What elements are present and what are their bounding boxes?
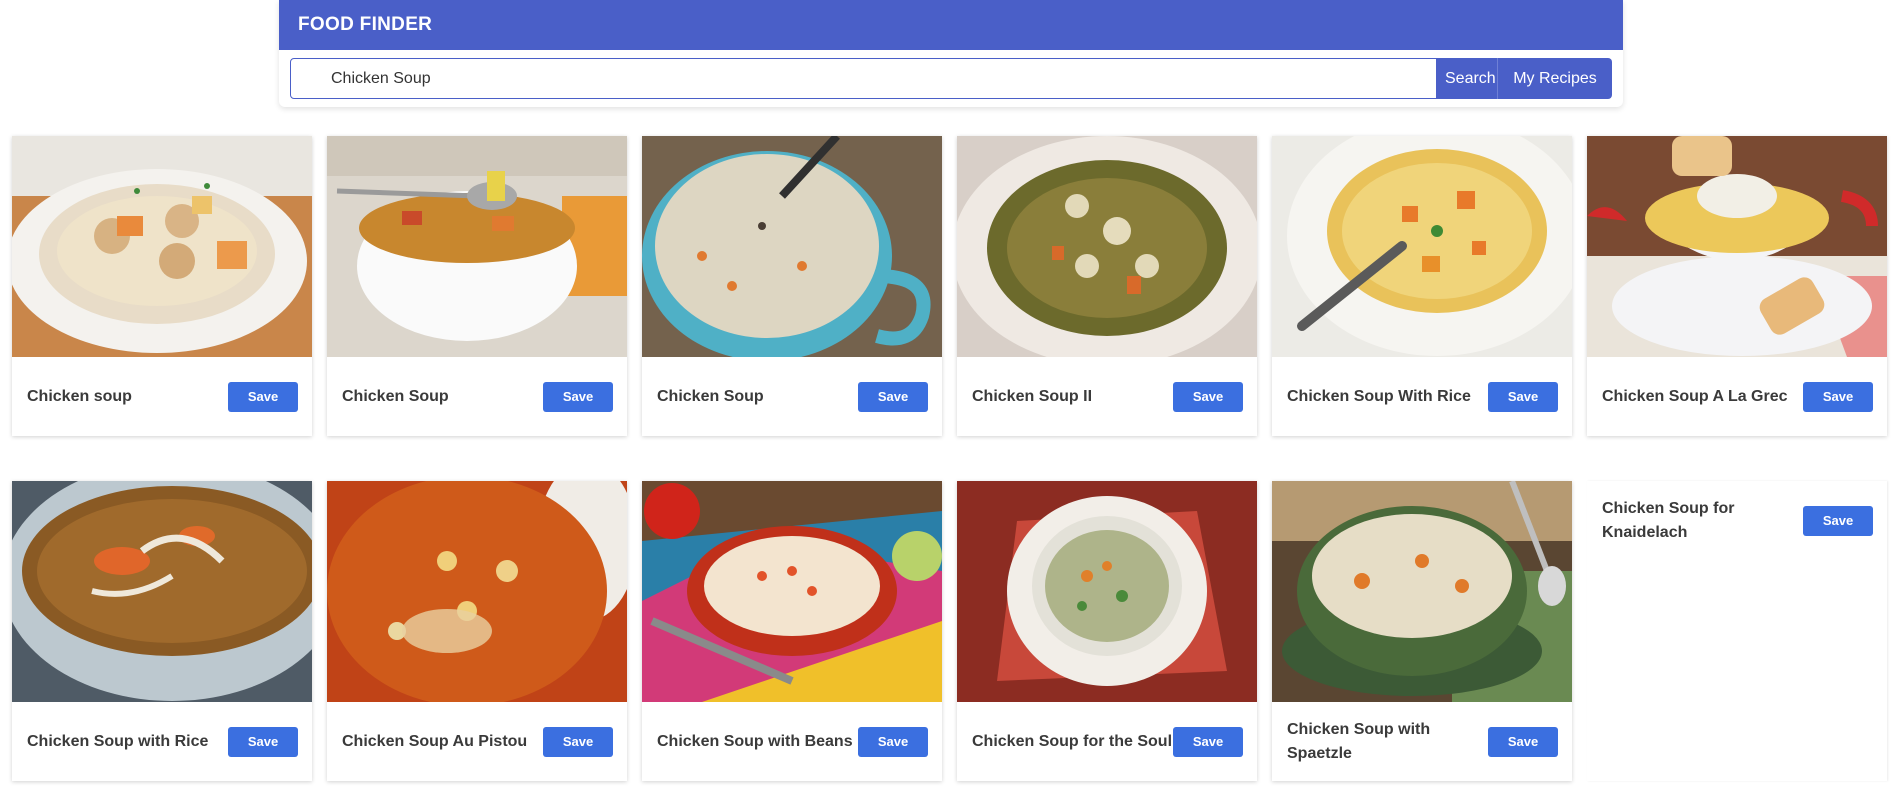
recipe-image[interactable] <box>327 481 627 702</box>
save-button[interactable]: Save <box>1173 726 1243 757</box>
recipe-title: Chicken Soup <box>342 387 449 405</box>
recipe-image[interactable] <box>327 136 627 357</box>
recipe-footer: Chicken Soup for the Soul Save <box>957 702 1257 781</box>
recipe-footer: Chicken Soup A La Grec Save <box>1587 357 1887 436</box>
recipe-footer: Chicken Soup for Knaidelach Save <box>1587 481 1887 560</box>
recipe-footer: Chicken Soup with Spaetzle Save <box>1272 702 1572 781</box>
recipe-image[interactable] <box>1587 136 1887 357</box>
recipe-footer: Chicken Soup With Rice Save <box>1272 357 1572 436</box>
recipe-image[interactable] <box>642 136 942 357</box>
save-button[interactable]: Save <box>858 381 928 412</box>
my-recipes-button[interactable]: My Recipes <box>1498 58 1612 99</box>
recipe-title: Chicken Soup With Rice <box>1287 387 1471 405</box>
recipe-footer: Chicken Soup with Beans Save <box>642 702 942 781</box>
recipe-title: Chicken Soup <box>657 387 764 405</box>
recipe-title: Chicken Soup with Beans <box>657 732 853 750</box>
recipe-footer: Chicken soup Save <box>12 357 312 436</box>
recipe-card[interactable]: Chicken Soup Au Pistou Save <box>327 481 627 781</box>
recipe-card[interactable]: Chicken Soup Save <box>642 136 942 436</box>
recipe-card[interactable]: Chicken Soup II Save <box>957 136 1257 436</box>
save-button[interactable]: Save <box>858 726 928 757</box>
recipe-footer: Chicken Soup with Rice Save <box>12 702 312 781</box>
recipe-image[interactable] <box>1272 481 1572 702</box>
recipe-image[interactable] <box>12 481 312 702</box>
save-button[interactable]: Save <box>228 381 298 412</box>
search-input[interactable] <box>290 58 1437 99</box>
recipe-title: Chicken Soup A La Grec <box>1602 387 1788 405</box>
save-button[interactable]: Save <box>543 726 613 757</box>
recipe-card[interactable]: Chicken Soup with Spaetzle Save <box>1272 481 1572 781</box>
recipe-footer: Chicken Soup II Save <box>957 357 1257 436</box>
save-button[interactable]: Save <box>1488 726 1558 757</box>
search-button[interactable]: Search <box>1437 58 1498 99</box>
recipe-title: Chicken Soup with Rice <box>27 732 209 750</box>
save-button[interactable]: Save <box>1173 381 1243 412</box>
recipe-card[interactable]: Chicken Soup A La Grec Save <box>1587 136 1887 436</box>
search-bar: Search My Recipes <box>290 58 1612 99</box>
recipe-card[interactable]: Chicken Soup With Rice Save <box>1272 136 1572 436</box>
save-button[interactable]: Save <box>543 381 613 412</box>
recipe-title: Chicken Soup for the Soul <box>972 732 1173 750</box>
recipe-card[interactable]: Chicken Soup for Knaidelach Save <box>1587 481 1887 781</box>
recipe-footer: Chicken Soup Save <box>327 357 627 436</box>
recipe-image[interactable] <box>957 136 1257 357</box>
recipe-image[interactable] <box>957 481 1257 702</box>
recipe-card[interactable]: Chicken Soup with Beans Save <box>642 481 942 781</box>
save-button[interactable]: Save <box>1803 381 1873 412</box>
recipe-card[interactable]: Chicken soup Save <box>12 136 312 436</box>
recipe-title: Chicken Soup for Knaidelach <box>1602 499 1735 541</box>
recipe-title: Chicken Soup II <box>972 387 1093 405</box>
recipe-image[interactable] <box>12 136 312 357</box>
save-button[interactable]: Save <box>1488 381 1558 412</box>
recipe-title: Chicken Soup with Spaetzle <box>1287 720 1431 762</box>
recipe-card[interactable]: Chicken Soup Save <box>327 136 627 436</box>
save-button[interactable]: Save <box>228 726 298 757</box>
recipe-card[interactable]: Chicken Soup for the Soul Save <box>957 481 1257 781</box>
app-title: FOOD FINDER <box>279 0 1623 50</box>
recipe-footer: Chicken Soup Au Pistou Save <box>327 702 627 781</box>
app-header: FOOD FINDER Search My Recipes <box>279 0 1623 107</box>
recipe-image[interactable] <box>642 481 942 702</box>
save-button[interactable]: Save <box>1803 505 1873 536</box>
recipe-card[interactable]: Chicken Soup with Rice Save <box>12 481 312 781</box>
recipe-image[interactable] <box>1272 136 1572 357</box>
recipe-title: Chicken soup <box>27 387 132 405</box>
recipe-title: Chicken Soup Au Pistou <box>342 732 528 750</box>
recipe-footer: Chicken Soup Save <box>642 357 942 436</box>
